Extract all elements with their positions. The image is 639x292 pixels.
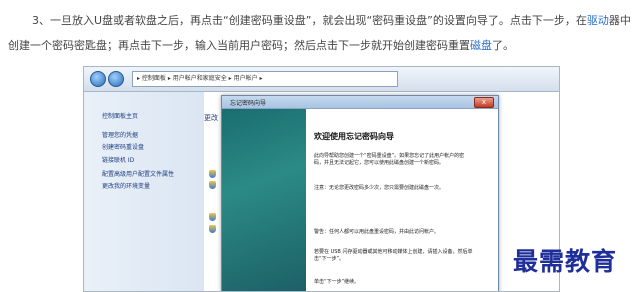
wizard-continue: 单击“下一步”继续。: [314, 279, 360, 285]
sidebar-item-reset-disk[interactable]: 创建密码重设盘: [102, 142, 144, 151]
embedded-screenshot: ▸ 控制面板 ▸ 用户帐户和家庭安全 ▸ 用户帐户 ▸ 控制面板主页 管理您的凭…: [83, 66, 560, 292]
wizard-note: 注意：无论您更改密码多少次，您只需要创建此磁盘一次。: [314, 185, 445, 191]
wizard-heading: 欢迎使用忘记密码向导: [314, 132, 394, 141]
forgot-password-wizard: 忘记密码向导 x 欢迎使用忘记密码向导 此向导帮助您创建一个“密码重设盘”。如果…: [221, 95, 499, 291]
article-text-1: 3、一旦放入U盘或者软盘之后，再点击“创建密码重设盘”，就会出现“密码重设盘”的…: [32, 14, 587, 27]
sidebar-item-env-vars[interactable]: 更改我的环境变量: [102, 181, 150, 190]
wizard-body: 欢迎使用忘记密码向导 此向导帮助您创建一个“密码重设盘”。如果您忘记了此用户帐户…: [314, 109, 494, 291]
address-bar: ▸ 控制面板 ▸ 用户帐户和家庭安全 ▸ 用户帐户 ▸: [84, 67, 559, 92]
change-link[interactable]: 更改: [204, 113, 218, 123]
explorer-sidebar: 控制面板主页 管理您的凭据 创建密码重设盘 链接联机 ID 配置高级用户配置文件…: [84, 92, 204, 291]
link-drive[interactable]: 驱动: [587, 14, 609, 27]
dialog-title: 忘记密码向导: [230, 100, 267, 107]
wizard-paragraph: 此向导帮助您创建一个“密码重设盘”。如果您忘记了此用户帐户的密码，并且无法记起它…: [314, 153, 465, 166]
wizard-instruction: 若要在 USB 闪存驱动器或其他可移动媒体上创建，请插入设备，然后单击“下一步”…: [314, 249, 473, 262]
sidebar-item-credentials[interactable]: 管理您的凭据: [102, 130, 138, 139]
wizard-banner: [222, 109, 306, 291]
back-button[interactable]: [90, 71, 106, 87]
watermark-logo: 最需教育: [513, 247, 618, 276]
sidebar-item-online-id[interactable]: 链接联机 ID: [102, 155, 134, 164]
sidebar-item-home[interactable]: 控制面板主页: [102, 111, 138, 120]
address-field[interactable]: ▸ 控制面板 ▸ 用户帐户和家庭安全 ▸ 用户帐户 ▸: [132, 71, 398, 87]
wizard-warning: 警告：任何人都可以用此盘重设密码，并由此访问帐户。: [314, 229, 440, 235]
sidebar-item-profile[interactable]: 配置高级用户配置文件属性: [102, 169, 174, 178]
article-text-3: 了。: [492, 39, 514, 52]
shield-icon: [209, 225, 216, 233]
link-disk[interactable]: 磁盘: [470, 39, 492, 52]
shield-icon: [209, 181, 216, 189]
shield-icon: [209, 170, 216, 178]
forward-button[interactable]: [108, 71, 124, 87]
dialog-titlebar: 忘记密码向导 x: [222, 96, 498, 109]
shield-icon: [209, 213, 216, 221]
article-paragraph: 3、一旦放入U盘或者软盘之后，再点击“创建密码重设盘”，就会出现“密码重设盘”的…: [8, 8, 636, 58]
close-button[interactable]: x: [474, 97, 494, 108]
